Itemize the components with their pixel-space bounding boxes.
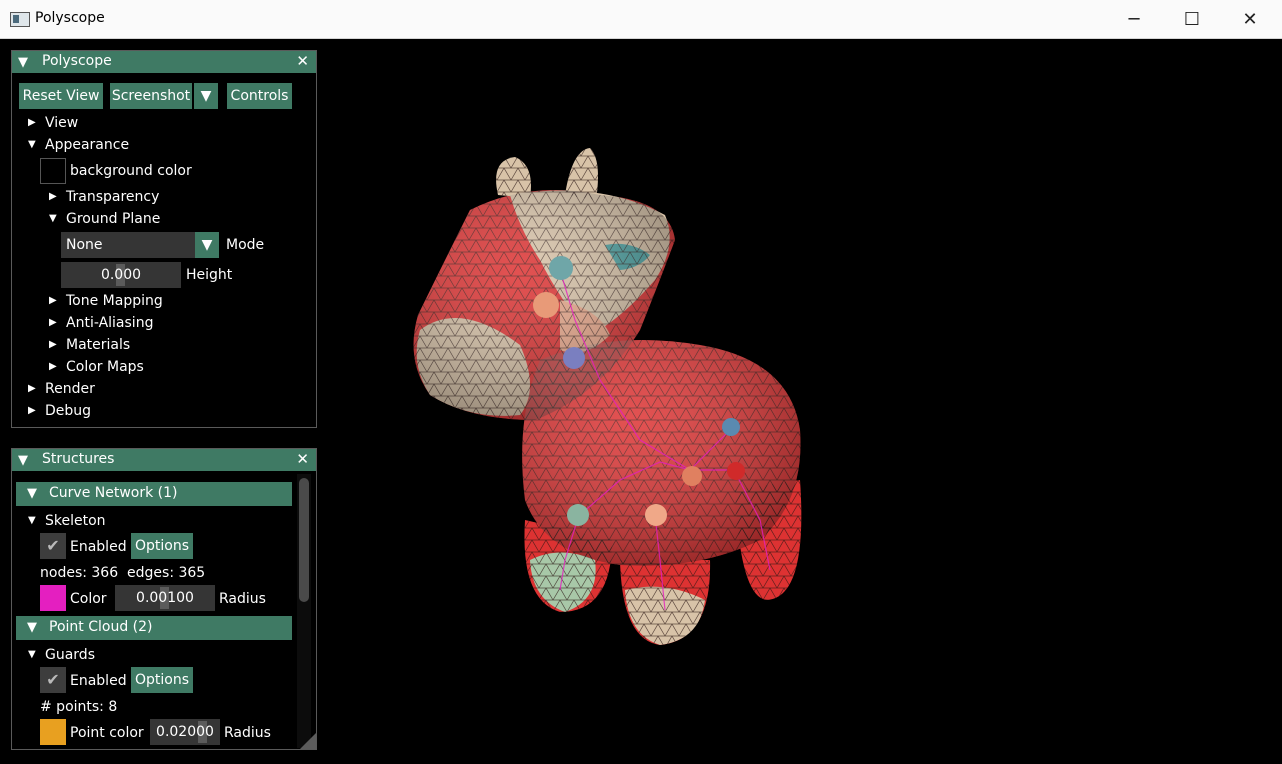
scrollbar-thumb[interactable] — [299, 478, 309, 602]
tree-materials[interactable]: Materials — [66, 336, 130, 354]
curve-network-title: Curve Network (1) — [49, 485, 178, 501]
collapsed-arrow-icon[interactable]: ▶ — [49, 188, 57, 206]
background-color-label: background color — [70, 163, 192, 179]
ground-mode-select[interactable]: None ▼ — [61, 232, 219, 258]
point-cloud-title: Point Cloud (2) — [49, 619, 153, 635]
app-icon — [10, 12, 30, 27]
dropdown-arrow[interactable]: ▼ — [195, 232, 219, 258]
minimize-icon: ─ — [1128, 8, 1140, 30]
window-titlebar: Polyscope ─ ☐ ✕ — [0, 0, 1282, 39]
skeleton-color-swatch[interactable] — [40, 585, 66, 611]
color-label: Color — [70, 591, 107, 607]
height-value: 0.000 — [100, 267, 142, 283]
check-icon: ✔ — [46, 670, 60, 689]
structures-scrollbar[interactable] — [297, 474, 311, 748]
tree-appearance[interactable]: Appearance — [45, 136, 129, 154]
structures-panel: ▼ Structures ✕ ▼ Curve Network (1) ▼ Ske… — [11, 448, 317, 750]
radius-value: 0.00100 — [136, 590, 194, 606]
skeleton-options-button[interactable]: Options — [131, 533, 193, 559]
close-panel-icon[interactable]: ✕ — [296, 450, 309, 468]
guards-stats: # points: 8 — [40, 699, 118, 715]
expanded-arrow-icon: ▼ — [27, 486, 37, 501]
collapsed-arrow-icon[interactable]: ▶ — [28, 380, 36, 398]
background-color-swatch[interactable] — [40, 158, 66, 184]
cow-mesh — [413, 148, 802, 645]
ground-mode-value: None — [66, 237, 103, 253]
polyscope-panel-header[interactable]: ▼ Polyscope ✕ — [12, 51, 316, 73]
close-icon: ✕ — [1242, 8, 1258, 30]
guards-color-swatch[interactable] — [40, 719, 66, 745]
panel-title: Polyscope — [42, 53, 112, 69]
point-cloud-section-header[interactable]: ▼ Point Cloud (2) — [16, 616, 292, 640]
chevron-down-icon: ▼ — [201, 237, 213, 253]
maximize-button[interactable]: ☐ — [1163, 0, 1221, 38]
tree-anti-aliasing[interactable]: Anti-Aliasing — [66, 314, 153, 332]
dropdown-icon: ▼ — [200, 88, 212, 104]
tree-view[interactable]: View — [45, 114, 78, 132]
collapsed-arrow-icon[interactable]: ▶ — [28, 114, 36, 132]
tree-skeleton[interactable]: Skeleton — [45, 512, 106, 530]
screenshot-options-button[interactable]: ▼ — [194, 83, 218, 109]
close-panel-icon[interactable]: ✕ — [296, 52, 309, 70]
controls-button[interactable]: Controls — [227, 83, 292, 109]
point-color-label: Point color — [70, 725, 144, 741]
collapsed-arrow-icon[interactable]: ▶ — [49, 336, 57, 354]
expanded-arrow-icon: ▼ — [27, 620, 37, 635]
collapse-icon[interactable]: ▼ — [18, 55, 28, 70]
tree-guards[interactable]: Guards — [45, 646, 95, 664]
ground-height-slider[interactable]: 0.000 — [61, 262, 181, 288]
collapse-icon[interactable]: ▼ — [18, 453, 28, 468]
expanded-arrow-icon[interactable]: ▼ — [28, 136, 36, 154]
guards-enabled-checkbox[interactable]: ✔ — [40, 667, 66, 693]
reset-view-button[interactable]: Reset View — [19, 83, 103, 109]
expanded-arrow-icon[interactable]: ▼ — [28, 646, 36, 664]
tree-render[interactable]: Render — [45, 380, 95, 398]
expanded-arrow-icon[interactable]: ▼ — [28, 512, 36, 530]
resize-grip[interactable] — [300, 733, 316, 749]
tree-ground-plane[interactable]: Ground Plane — [66, 210, 160, 228]
radius-label: Radius — [224, 725, 271, 741]
mode-label: Mode — [226, 237, 265, 253]
radius-value: 0.02000 — [156, 724, 214, 740]
enabled-label: Enabled — [70, 539, 127, 555]
collapsed-arrow-icon[interactable]: ▶ — [49, 314, 57, 332]
collapsed-arrow-icon[interactable]: ▶ — [49, 292, 57, 310]
height-label: Height — [186, 267, 233, 283]
tree-transparency[interactable]: Transparency — [66, 188, 159, 206]
panel-title: Structures — [42, 451, 115, 467]
skeleton-enabled-checkbox[interactable]: ✔ — [40, 533, 66, 559]
skeleton-stats: nodes: 366 edges: 365 — [40, 565, 206, 581]
close-window-button[interactable]: ✕ — [1221, 0, 1279, 38]
enabled-label: Enabled — [70, 673, 127, 689]
polyscope-panel: ▼ Polyscope ✕ Reset View Screenshot ▼ Co… — [11, 50, 317, 428]
screenshot-button[interactable]: Screenshot — [110, 83, 192, 109]
guards-radius-slider[interactable]: 0.02000 — [150, 719, 220, 745]
skeleton-radius-slider[interactable]: 0.00100 — [115, 585, 215, 611]
guards-options-button[interactable]: Options — [131, 667, 193, 693]
window-title: Polyscope — [35, 10, 105, 26]
check-icon: ✔ — [46, 536, 60, 555]
tree-tone-mapping[interactable]: Tone Mapping — [66, 292, 163, 310]
structures-panel-header[interactable]: ▼ Structures ✕ — [12, 449, 316, 471]
maximize-icon: ☐ — [1183, 8, 1201, 30]
expanded-arrow-icon[interactable]: ▼ — [49, 210, 57, 228]
minimize-button[interactable]: ─ — [1105, 0, 1163, 38]
curve-network-section-header[interactable]: ▼ Curve Network (1) — [16, 482, 292, 506]
collapsed-arrow-icon[interactable]: ▶ — [49, 358, 57, 376]
tree-color-maps[interactable]: Color Maps — [66, 358, 144, 376]
collapsed-arrow-icon[interactable]: ▶ — [28, 402, 36, 420]
tree-debug[interactable]: Debug — [45, 402, 91, 420]
radius-label: Radius — [219, 591, 266, 607]
